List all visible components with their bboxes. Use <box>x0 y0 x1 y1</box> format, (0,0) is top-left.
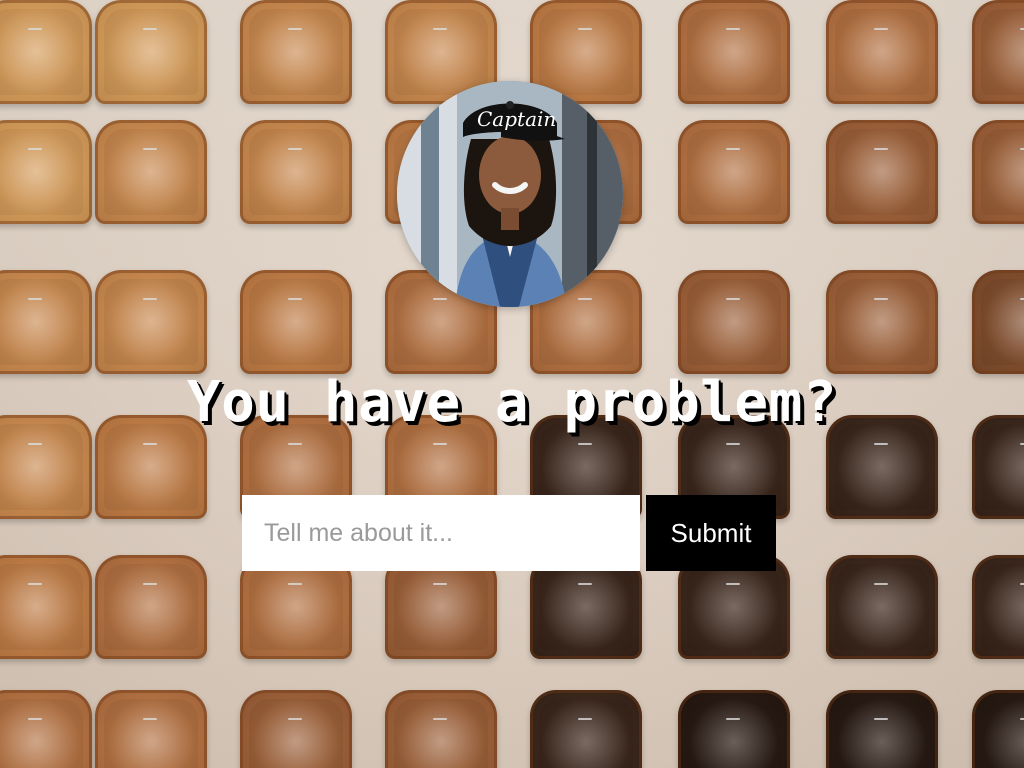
toast-slice <box>0 690 92 768</box>
toast-slice <box>95 690 207 768</box>
toast-slice <box>385 690 497 768</box>
toast-slice <box>972 690 1024 768</box>
submit-button[interactable]: Submit <box>646 495 776 571</box>
problem-input[interactable] <box>242 495 640 571</box>
toast-slice <box>0 120 92 224</box>
toast-slice <box>0 0 92 104</box>
toast-slice <box>826 120 938 224</box>
toast-slice <box>0 270 92 374</box>
cap-text: Captain <box>477 107 556 131</box>
toast-slice <box>826 690 938 768</box>
toast-slice <box>972 0 1024 104</box>
page-headline: You have a problem? <box>186 370 838 435</box>
toast-slice <box>530 690 642 768</box>
toast-slice <box>826 555 938 659</box>
toast-slice <box>826 270 938 374</box>
toast-slice <box>972 120 1024 224</box>
toast-slice <box>678 270 790 374</box>
toast-slice <box>95 555 207 659</box>
toast-slice <box>240 0 352 104</box>
toast-slice <box>95 270 207 374</box>
toast-slice <box>826 0 938 104</box>
toast-slice <box>678 0 790 104</box>
toast-slice <box>678 690 790 768</box>
toast-slice <box>240 120 352 224</box>
problem-form: Submit <box>242 495 776 571</box>
toast-slice <box>972 555 1024 659</box>
toast-slice <box>678 120 790 224</box>
toast-slice <box>240 690 352 768</box>
toast-slice <box>95 120 207 224</box>
toast-slice <box>0 555 92 659</box>
toast-slice <box>95 0 207 104</box>
toast-slice <box>972 270 1024 374</box>
avatar: Captain <box>397 81 623 307</box>
person-photo: Captain <box>397 81 623 307</box>
toast-slice <box>240 270 352 374</box>
